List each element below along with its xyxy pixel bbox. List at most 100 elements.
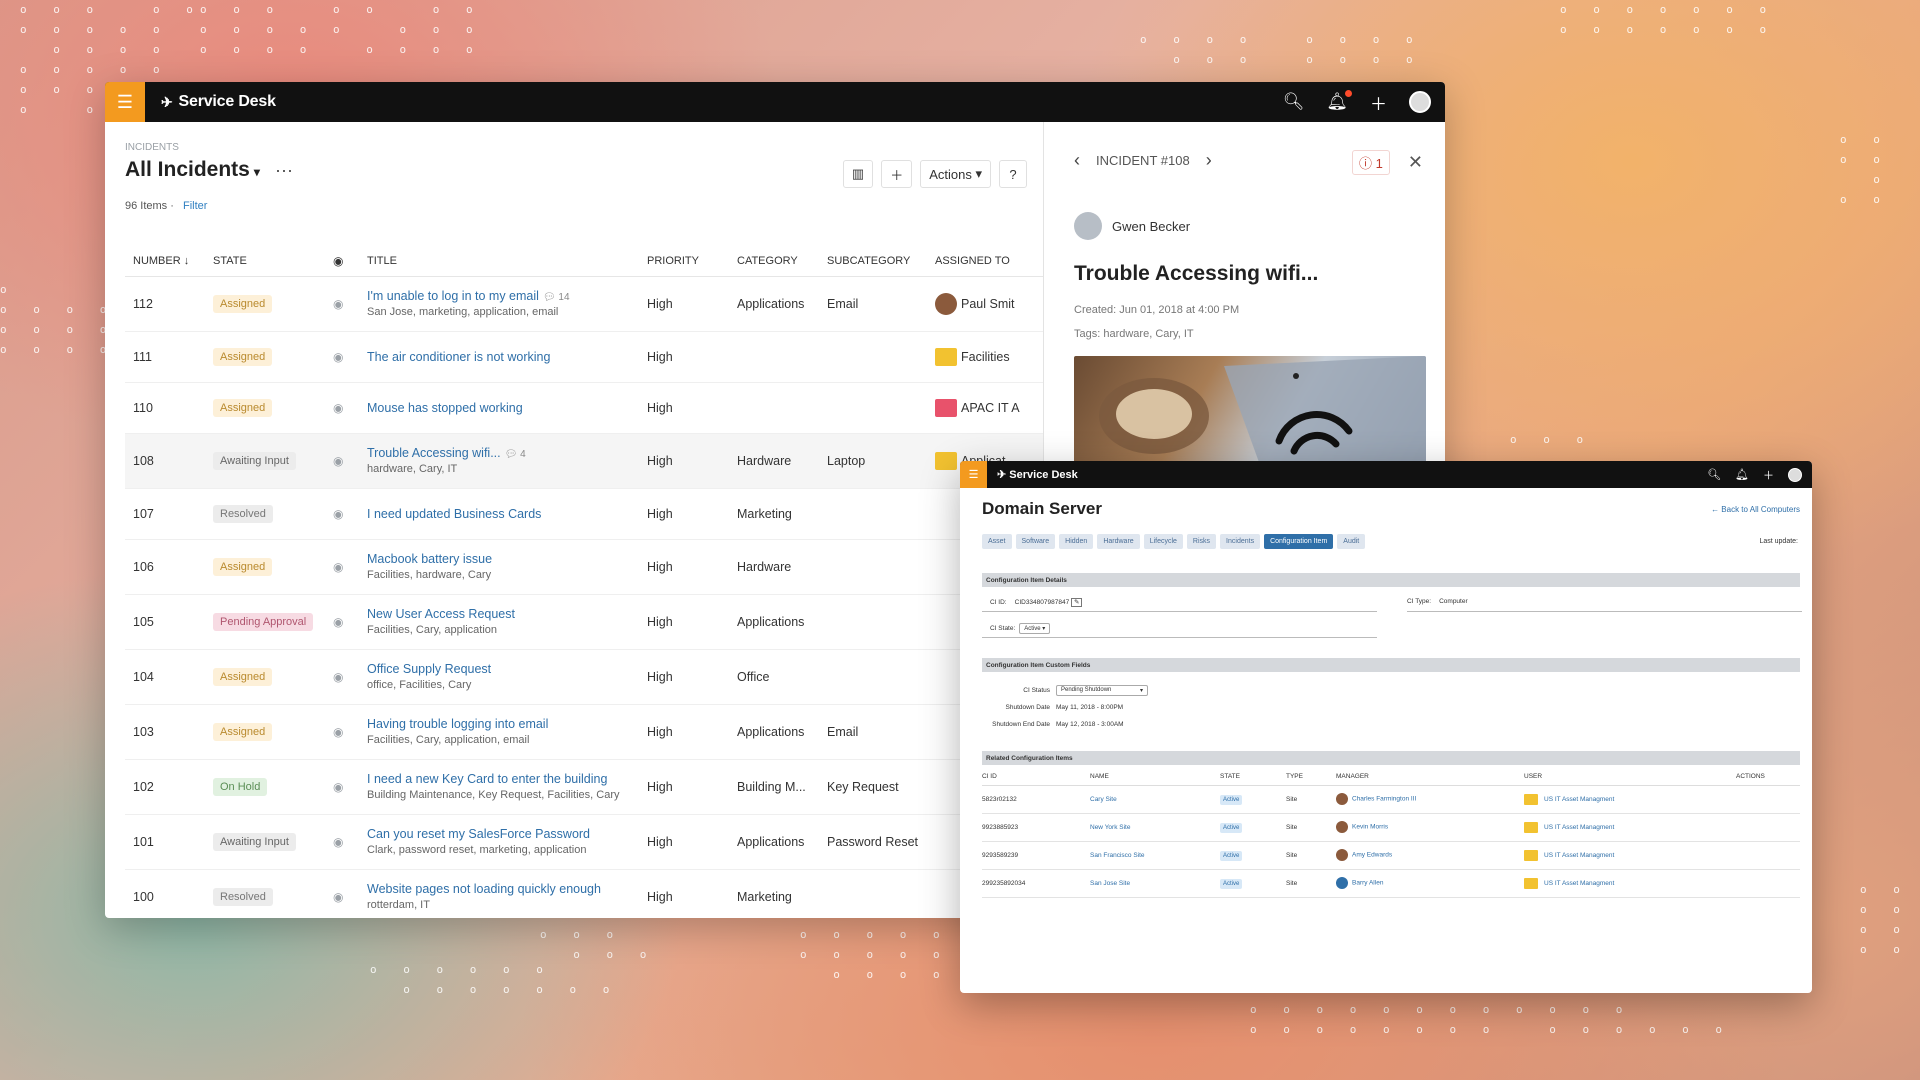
tab-incidents[interactable]: Incidents	[1220, 534, 1261, 549]
eye-icon[interactable]: ◉	[333, 350, 343, 364]
search-icon[interactable]: 🔍︎	[1283, 92, 1305, 112]
ci-status-select[interactable]: Pending Shutdown ▾	[1056, 685, 1148, 696]
app-brand[interactable]: ✈ Service Desk	[161, 93, 276, 111]
incident-title-link[interactable]: Having trouble logging into email	[367, 717, 548, 731]
incident-title-link[interactable]: Mouse has stopped working	[367, 401, 523, 415]
incident-title-link[interactable]: I'm unable to log in to my email	[367, 289, 539, 303]
column-header-eye[interactable]: ◉	[333, 246, 359, 277]
attachment-image[interactable]	[1074, 356, 1426, 476]
eye-icon[interactable]: ◉	[333, 890, 343, 904]
close-icon[interactable]: ✕	[1408, 152, 1423, 173]
table-row[interactable]: 100 Resolved ◉ Website pages not loading…	[125, 869, 1043, 918]
table-row[interactable]: 105 Pending Approval ◉ New User Access R…	[125, 594, 1043, 650]
column-header-title[interactable]: TITLE	[359, 246, 647, 277]
column-header[interactable]: NAME	[1090, 769, 1220, 786]
eye-icon[interactable]: ◉	[333, 835, 343, 849]
column-header-state[interactable]: STATE	[213, 246, 333, 277]
plus-icon[interactable]: ＋	[1763, 467, 1774, 483]
eye-icon[interactable]: ◉	[333, 670, 343, 684]
tab-risks[interactable]: Risks	[1186, 534, 1217, 549]
table-row[interactable]: 112 Assigned ◉ I'm unable to log in to m…	[125, 276, 1043, 332]
help-button[interactable]: ?	[999, 160, 1027, 188]
column-header[interactable]: ACTIONS	[1736, 769, 1800, 786]
avatar[interactable]	[1788, 467, 1802, 482]
eye-icon[interactable]: ◉	[333, 615, 343, 629]
manager-link[interactable]: Barry Allen	[1352, 880, 1383, 887]
table-row[interactable]: 101 Awaiting Input ◉ Can you reset my Sa…	[125, 814, 1043, 870]
incident-title-link[interactable]: Website pages not loading quickly enough	[367, 882, 601, 896]
table-row[interactable]: 929358923​9 San Francisco Site Active Si…	[982, 841, 1800, 870]
eye-icon[interactable]: ◉	[333, 780, 343, 794]
column-header[interactable]: STATE	[1220, 769, 1286, 786]
tab-hardware[interactable]: Hardware	[1097, 534, 1140, 549]
incident-title-link[interactable]: Macbook battery issue	[367, 552, 492, 566]
manager-link[interactable]: Charles Farmington III	[1352, 796, 1416, 803]
alert-badge[interactable]: ⓘ 1	[1352, 150, 1390, 175]
incident-title-link[interactable]: The air conditioner is not working	[367, 350, 550, 364]
tab-audit[interactable]: Audit	[1337, 534, 1366, 549]
user-link[interactable]: US IT Asset Managment	[1544, 824, 1614, 831]
table-row[interactable]: 108 Awaiting Input ◉ Trouble Accessing w…	[125, 433, 1043, 489]
column-header-subcategory[interactable]: SUBCATEGORY	[827, 246, 935, 277]
table-row[interactable]: 104 Assigned ◉ Office Supply Request offi…	[125, 649, 1043, 705]
column-header-assigned[interactable]: ASSIGNED TO	[935, 246, 1043, 277]
app-brand[interactable]: ✈ Service Desk	[997, 468, 1078, 481]
incident-title-link[interactable]: Can you reset my SalesForce Password	[367, 827, 590, 841]
actions-cell[interactable]	[1736, 869, 1800, 898]
columns-button[interactable]: ▥	[842, 160, 874, 188]
edit-icon[interactable]: ✎	[1071, 598, 1083, 607]
table-row[interactable]: 103 Assigned ◉ Having trouble logging in…	[125, 704, 1043, 760]
table-row[interactable]: 9923885923 New York Site Active Site Kev…	[982, 813, 1800, 842]
eye-icon[interactable]: ◉	[333, 454, 343, 468]
actions-cell[interactable]	[1736, 785, 1800, 814]
table-row[interactable]: 299235892034 San Jose Site Active Site B…	[982, 869, 1800, 898]
search-icon[interactable]: 🔍︎	[1707, 468, 1721, 481]
eye-icon[interactable]: ◉	[333, 725, 343, 739]
eye-icon[interactable]: ◉	[333, 507, 343, 521]
incident-title-link[interactable]: I need a new Key Card to enter the build…	[367, 772, 607, 786]
column-header[interactable]: TYPE	[1286, 769, 1336, 786]
bell-icon[interactable]: 🔔︎	[1735, 468, 1749, 481]
incident-title-link[interactable]: New User Access Request	[367, 607, 515, 621]
ci-name-link[interactable]: Cary Site	[1090, 796, 1117, 803]
table-row[interactable]: 102 On Hold ◉ I need a new Key Card to e…	[125, 759, 1043, 815]
bell-icon[interactable]: 🔔︎	[1326, 90, 1352, 112]
manager-link[interactable]: Kevin Morris	[1352, 824, 1388, 831]
actions-cell[interactable]	[1736, 841, 1800, 870]
ci-name-link[interactable]: San Jose Site	[1090, 880, 1130, 887]
back-link[interactable]: ← Back to All Computers	[1711, 505, 1800, 514]
column-header[interactable]: USER	[1524, 769, 1736, 786]
ci-state-select[interactable]: Active ▾	[1019, 623, 1051, 634]
table-row[interactable]: 5823r02132 Cary Site Active Site Charles…	[982, 785, 1800, 814]
ci-name-link[interactable]: San Francisco Site	[1090, 852, 1145, 859]
column-header-priority[interactable]: PRIORITY	[647, 246, 737, 277]
incident-title-link[interactable]: Office Supply Request	[367, 662, 491, 676]
tab-software[interactable]: Software	[1015, 534, 1056, 549]
table-row[interactable]: 111 Assigned ◉ The air conditioner is no…	[125, 331, 1043, 383]
requester[interactable]: Gwen Becker	[1074, 212, 1190, 240]
column-header[interactable]: MANAGER	[1336, 769, 1524, 786]
add-button[interactable]: ＋	[881, 160, 913, 188]
plus-icon[interactable]: ＋	[1370, 90, 1387, 115]
table-row[interactable]: 110 Assigned ◉ Mouse has stopped working…	[125, 382, 1043, 434]
tab-asset[interactable]: Asset	[982, 534, 1012, 549]
actions-button[interactable]: Actions ▾	[920, 160, 991, 188]
eye-icon[interactable]: ◉	[333, 297, 343, 311]
user-link[interactable]: US IT Asset Managment	[1544, 796, 1614, 803]
more-icon[interactable]: ···	[275, 160, 293, 181]
user-link[interactable]: US IT Asset Managment	[1544, 880, 1614, 887]
incident-title-link[interactable]: Trouble Accessing wifi...	[367, 446, 501, 460]
column-header[interactable]: CI ID	[982, 769, 1090, 786]
eye-icon[interactable]: ◉	[333, 401, 343, 415]
chevron-right-icon[interactable]: ›	[1206, 150, 1212, 171]
avatar[interactable]	[1409, 91, 1431, 113]
incident-title-link[interactable]: I need updated Business Cards	[367, 507, 541, 521]
menu-icon[interactable]: ☰	[960, 461, 987, 488]
tab-configuration-item[interactable]: Configuration Item	[1264, 534, 1334, 549]
table-row[interactable]: 106 Assigned ◉ Macbook battery issue Faci…	[125, 539, 1043, 595]
table-row[interactable]: 107 Resolved ◉ I need updated Business C…	[125, 488, 1043, 540]
tab-hidden[interactable]: Hidden	[1059, 534, 1094, 549]
user-link[interactable]: US IT Asset Managment	[1544, 852, 1614, 859]
manager-link[interactable]: Amy Edwards	[1352, 852, 1392, 859]
breadcrumb[interactable]: INCIDENTS	[125, 142, 179, 153]
